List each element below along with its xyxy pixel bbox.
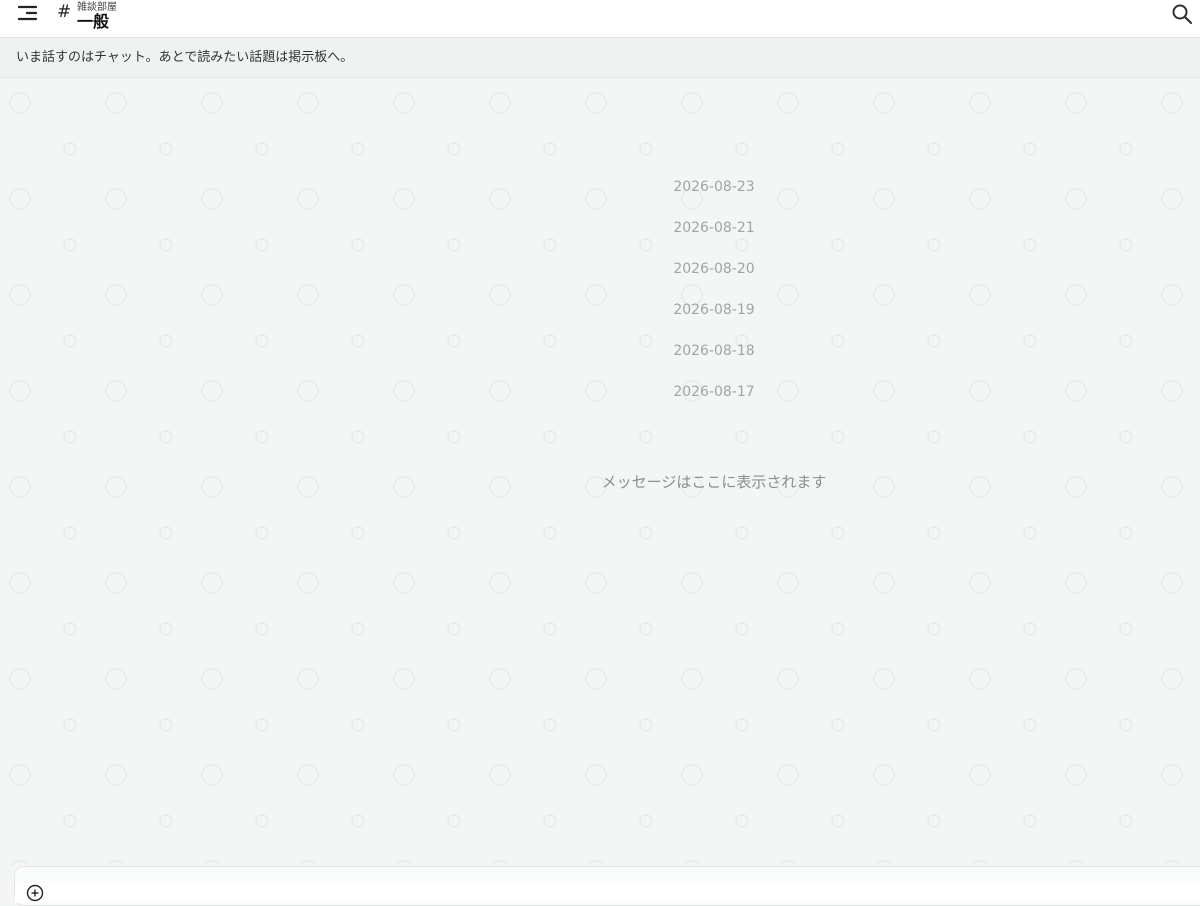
menu-icon (17, 5, 38, 21)
date-separator: 2026-08-19 (673, 302, 755, 318)
channel-title: 一般 (77, 12, 110, 31)
plus-circle-icon (26, 884, 44, 902)
chat-area: 2026-08-23 2026-08-21 2026-08-20 2026-08… (0, 79, 1200, 865)
date-separator: 2026-08-21 (673, 220, 755, 236)
search-button[interactable] (1170, 2, 1194, 26)
add-attachment-button[interactable] (26, 884, 44, 902)
empty-messages-placeholder: メッセージはここに表示されます (601, 473, 827, 491)
date-separator: 2026-08-17 (673, 384, 755, 400)
date-separator: 2026-08-23 (673, 179, 755, 195)
menu-button[interactable] (14, 2, 42, 26)
date-list: 2026-08-23 2026-08-21 2026-08-20 2026-08… (0, 177, 1200, 423)
top-header: # 雑談部屋 一般 (0, 0, 1200, 38)
channel-hash: # (57, 2, 72, 22)
date-separator: 2026-08-20 (673, 261, 755, 277)
message-composer[interactable] (14, 866, 1200, 906)
info-banner: いま話すのはチャット。あとで読みたい話題は掲示板へ。 (0, 38, 1200, 78)
date-separator: 2026-08-18 (673, 343, 755, 359)
message-input[interactable] (15, 883, 1200, 903)
search-icon (1172, 4, 1193, 25)
